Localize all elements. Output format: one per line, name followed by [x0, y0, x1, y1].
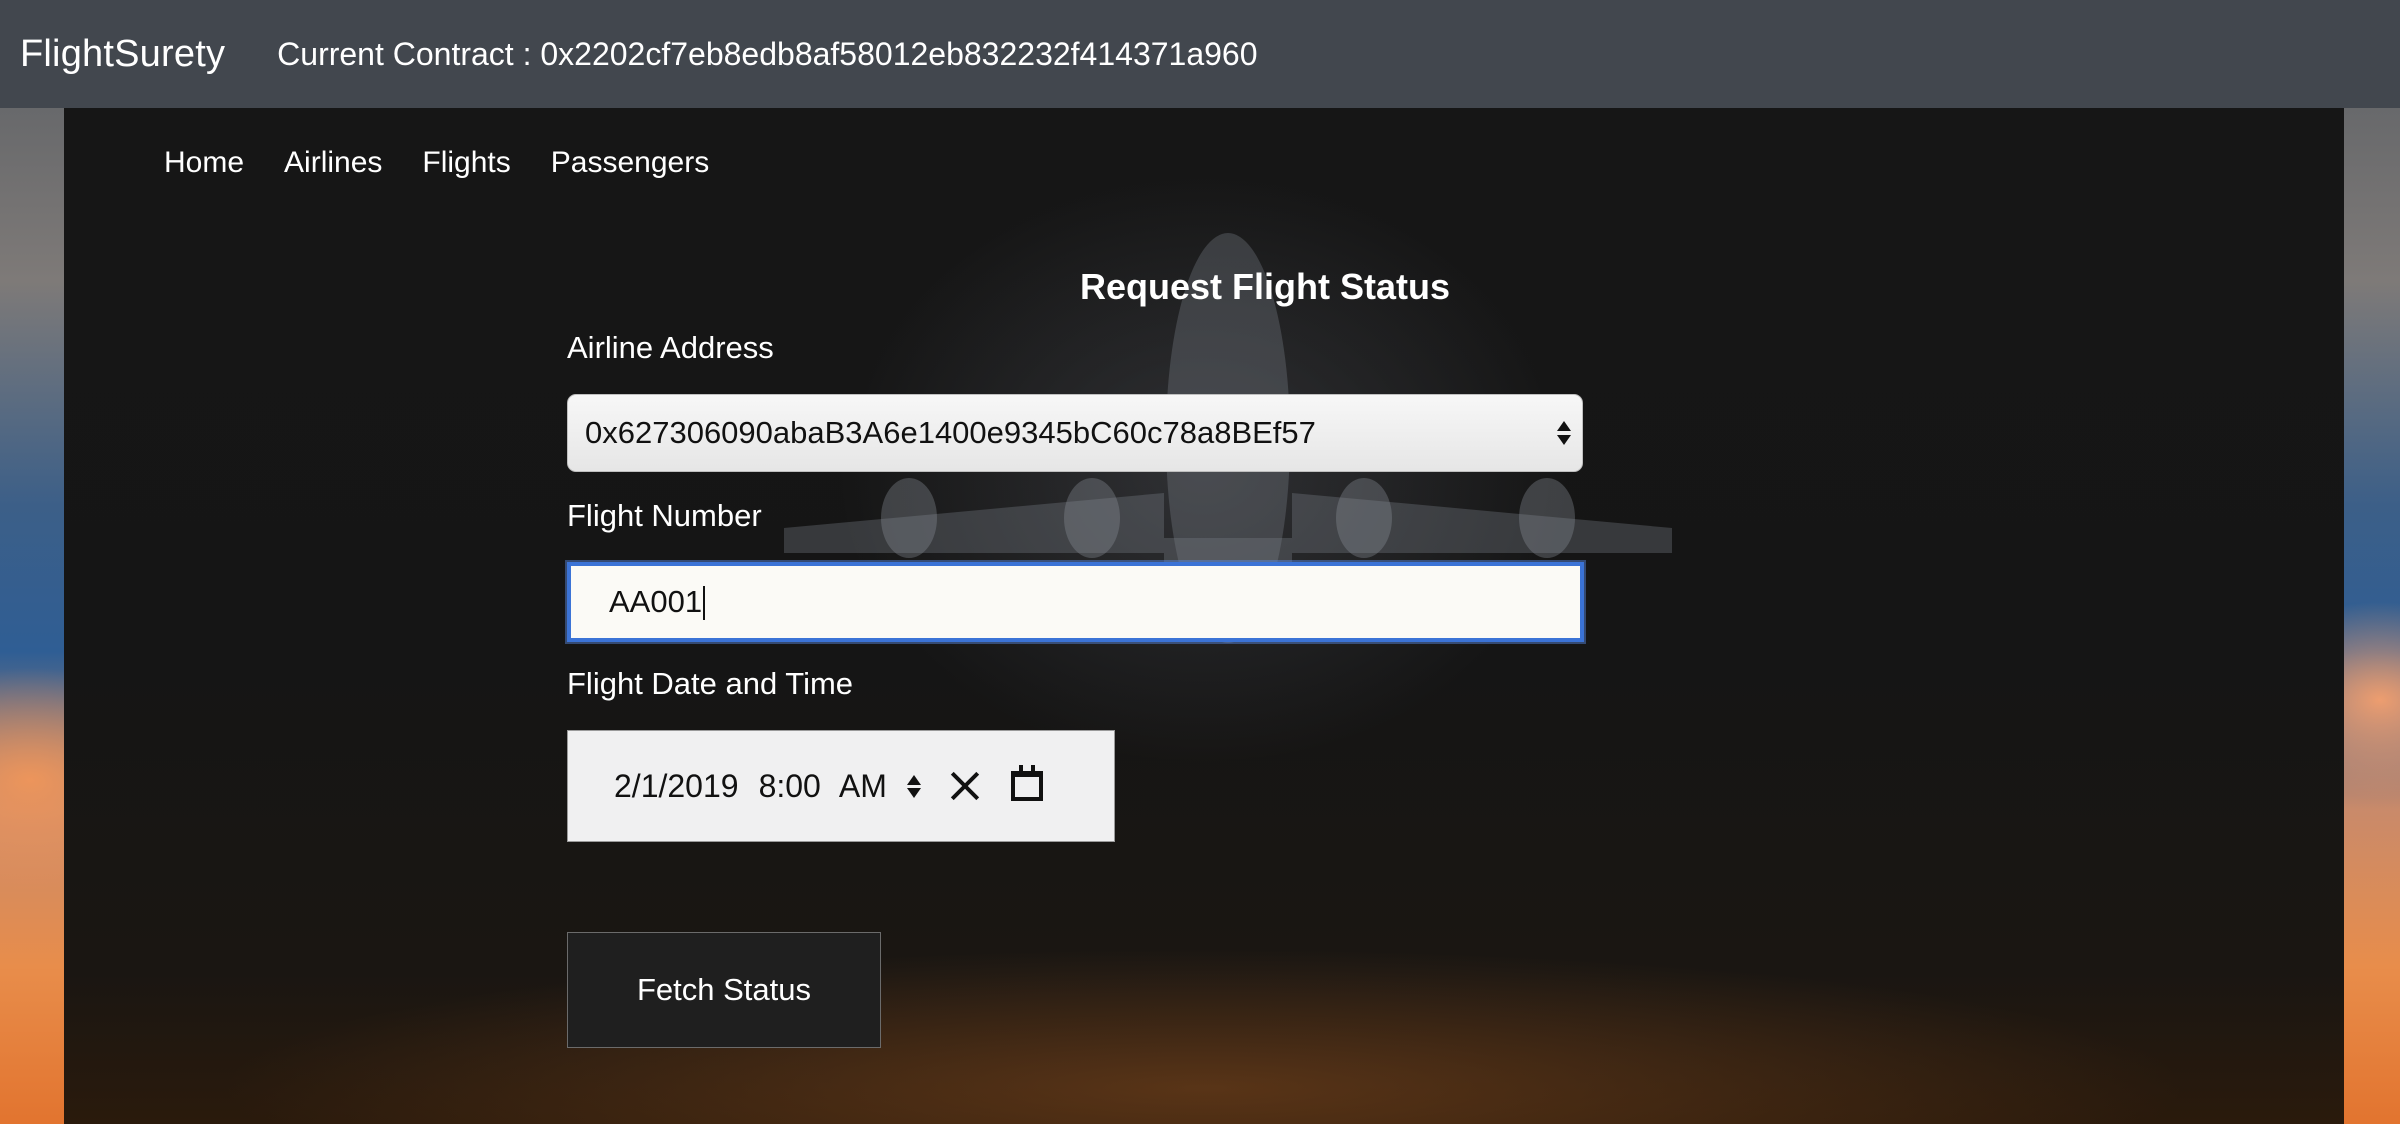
form-title: Request Flight Status [1079, 266, 1451, 307]
main-panel: Home Airlines Flights Passengers Request… [64, 108, 2344, 1124]
nav-link-flights[interactable]: Flights [422, 146, 510, 180]
airline-address-select[interactable]: 0x627306090abaB3A6e1400e9345bC60c78a8BEf… [567, 394, 1583, 472]
brand-logo-text[interactable]: FlightSurety [20, 33, 225, 76]
airline-address-value: 0x627306090abaB3A6e1400e9345bC60c78a8BEf… [585, 415, 1316, 450]
flight-number-value: AA001 [609, 584, 706, 621]
flight-datetime-label: Flight Date and Time [567, 666, 854, 701]
close-icon[interactable] [949, 770, 981, 802]
nav-link-passengers[interactable]: Passengers [551, 146, 709, 180]
flight-datetime-input[interactable]: 2/1/2019 8:00 AM [567, 730, 1115, 842]
nav-link-home[interactable]: Home [164, 146, 244, 180]
top-navbar: FlightSurety Current Contract : 0x2202cf… [0, 0, 2400, 108]
airline-address-label: Airline Address [567, 330, 774, 365]
flight-number-input[interactable]: AA001 [567, 562, 1584, 642]
datetime-time-field[interactable]: 8:00 [759, 768, 821, 805]
calendar-icon[interactable] [1010, 765, 1043, 801]
main-nav: Home Airlines Flights Passengers [164, 146, 709, 180]
flight-number-label: Flight Number [567, 498, 762, 533]
text-caret [703, 586, 706, 621]
nav-link-airlines[interactable]: Airlines [284, 146, 382, 180]
up-down-spinner-icon[interactable] [906, 774, 921, 798]
up-down-arrows-icon [1556, 421, 1572, 445]
datetime-date-field[interactable]: 2/1/2019 [614, 768, 739, 805]
fetch-status-button[interactable]: Fetch Status [567, 932, 881, 1048]
datetime-ampm-field[interactable]: AM [839, 768, 887, 805]
current-contract-text: Current Contract : 0x2202cf7eb8edb8af580… [277, 35, 1258, 72]
